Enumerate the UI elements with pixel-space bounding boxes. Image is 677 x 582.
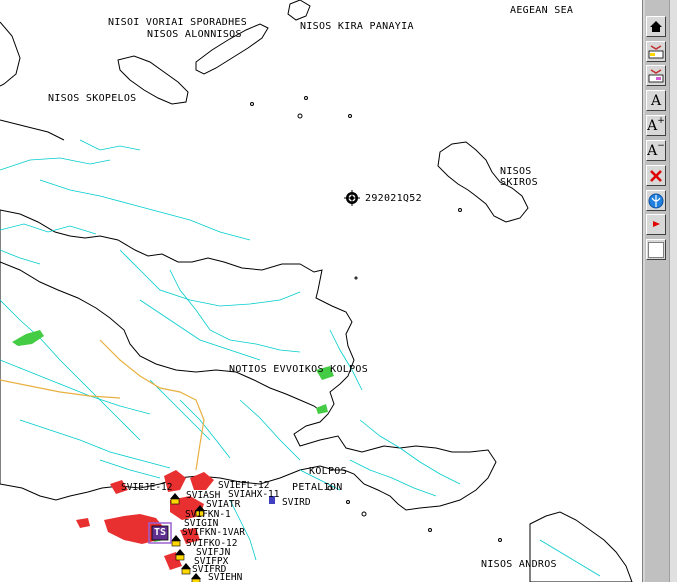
- font-button[interactable]: A: [646, 90, 666, 111]
- mainland-coastline: [0, 209, 497, 511]
- station-label[interactable]: SVIEHN: [208, 573, 242, 582]
- layer-button-1[interactable]: [646, 41, 666, 62]
- globe-button[interactable]: [646, 190, 666, 211]
- minus-icon: −: [657, 140, 665, 151]
- vertical-scrollbar[interactable]: [669, 0, 677, 582]
- northwest-coast: [0, 21, 21, 87]
- flag-button[interactable]: [646, 214, 666, 235]
- label-aegean-sea: AEGEAN SEA: [510, 5, 574, 16]
- label-petalion: PETALION: [292, 482, 343, 493]
- layer-button-2[interactable]: [646, 65, 666, 86]
- plus-icon: +: [657, 115, 665, 126]
- kira-island: [287, 0, 311, 21]
- font-increase-button[interactable]: A +: [646, 115, 666, 136]
- font-icon: A: [650, 92, 662, 109]
- map-layer-icon: [648, 68, 664, 82]
- label-skopelos: NISOS SKOPELOS: [48, 93, 137, 104]
- label-skiros-2: SKIROS: [500, 177, 538, 188]
- label-notios-evvoikos: NOTIOS EVVOIKOS KOLPOS: [229, 364, 369, 375]
- label-kolpos: KOLPOS: [309, 466, 347, 477]
- map-toolbar: A A + A −: [645, 0, 669, 582]
- label-andros: NISOS ANDROS: [481, 559, 557, 570]
- station-label[interactable]: SVIFKN-1VAR: [182, 528, 245, 538]
- home-icon: [650, 21, 662, 32]
- font-decrease-button[interactable]: A −: [646, 140, 666, 161]
- blank-icon: [648, 241, 664, 258]
- label-kira-panayia: NISOS KIRA PANAYIA: [300, 21, 414, 32]
- map-graphics: [0, 0, 633, 582]
- land-lines: [0, 139, 601, 577]
- globe-icon: [648, 193, 664, 208]
- font-increase-icon: A: [647, 117, 658, 134]
- label-alonnisos: NISOS ALONNISOS: [147, 29, 242, 40]
- font-decrease-icon: A: [647, 142, 658, 159]
- home-button[interactable]: [646, 16, 666, 37]
- roads: [0, 339, 205, 471]
- blank-button[interactable]: [646, 239, 666, 260]
- ts-station-label[interactable]: TS: [154, 528, 166, 538]
- station-label[interactable]: SVIRD: [282, 498, 311, 508]
- contact-marker-icon: [344, 190, 360, 206]
- contact-id-label[interactable]: 292021Q52: [365, 193, 422, 204]
- label-voriai-sporadhes: NISOI VORIAI SPORADHES: [108, 17, 248, 28]
- map-canvas[interactable]: AEGEAN SEA NISOI VORIAI SPORADHES NISOS …: [0, 0, 642, 582]
- label-skiros-1: NISOS: [500, 166, 532, 177]
- flag-icon: [653, 220, 660, 227]
- station-label[interactable]: SVIEJE-12: [121, 483, 172, 493]
- map-layer-icon: [648, 44, 664, 58]
- andros-island: [529, 511, 633, 582]
- close-icon: [650, 169, 662, 182]
- north-coast: [0, 119, 65, 141]
- delete-button[interactable]: [646, 165, 666, 186]
